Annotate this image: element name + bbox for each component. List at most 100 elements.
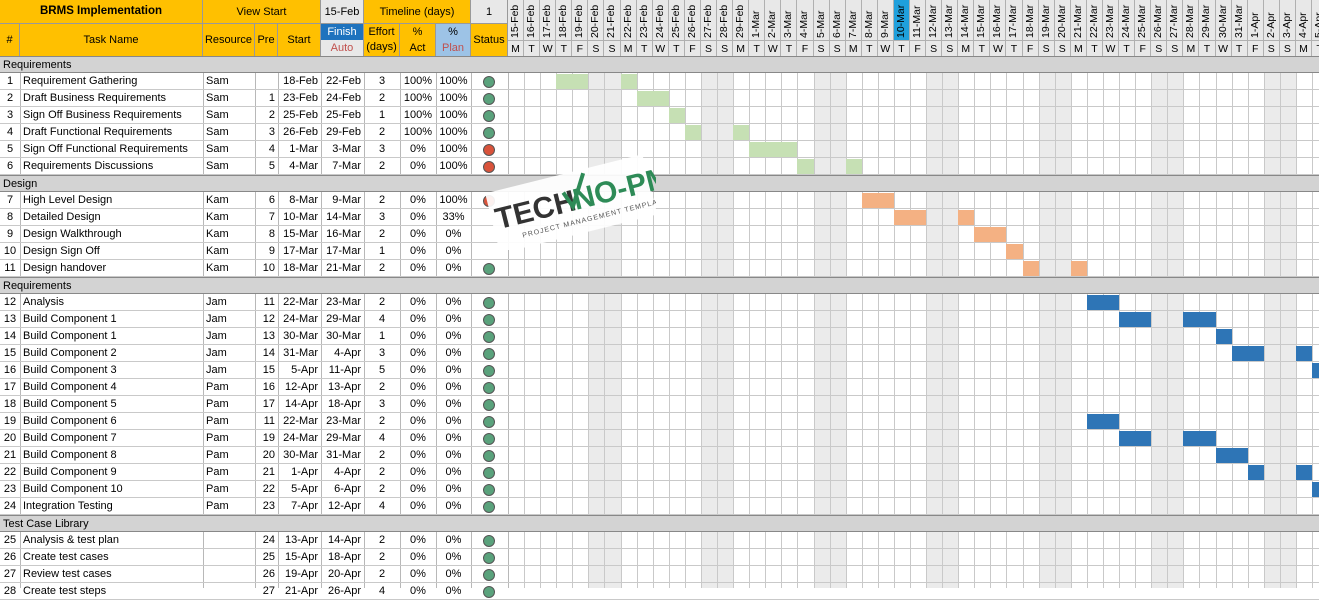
- task-number[interactable]: 11: [0, 260, 20, 277]
- effort[interactable]: 2: [364, 226, 400, 243]
- pct-actual[interactable]: 0%: [400, 311, 436, 328]
- effort[interactable]: 2: [364, 413, 400, 430]
- task-number[interactable]: 9: [0, 226, 20, 243]
- start-date[interactable]: 5-Apr: [278, 362, 321, 379]
- predecessor[interactable]: 7: [255, 209, 278, 226]
- task-name[interactable]: Create test steps: [20, 583, 203, 600]
- task-number[interactable]: 16: [0, 362, 20, 379]
- effort[interactable]: 2: [364, 379, 400, 396]
- resource[interactable]: Pam: [203, 447, 255, 464]
- finish-date[interactable]: 29-Feb: [321, 124, 364, 141]
- section-row[interactable]: Requirements: [0, 277, 1319, 294]
- start-date[interactable]: 7-Apr: [278, 498, 321, 515]
- task-name[interactable]: Create test cases: [20, 549, 203, 566]
- finish-date[interactable]: 26-Apr: [321, 583, 364, 600]
- effort[interactable]: 3: [364, 209, 400, 226]
- title-cell[interactable]: BRMS Implementation: [0, 0, 203, 24]
- task-name[interactable]: Integration Testing: [20, 498, 203, 515]
- finish-date[interactable]: 21-Mar: [321, 260, 364, 277]
- predecessor[interactable]: 5: [255, 158, 278, 175]
- pct-actual[interactable]: 0%: [400, 447, 436, 464]
- pct-actual[interactable]: 100%: [400, 90, 436, 107]
- pct-actual[interactable]: 0%: [400, 532, 436, 549]
- finish-date[interactable]: 3-Mar: [321, 141, 364, 158]
- pct-actual[interactable]: 0%: [400, 481, 436, 498]
- start-date[interactable]: 8-Mar: [278, 192, 321, 209]
- effort[interactable]: 3: [364, 73, 400, 90]
- pct-plan[interactable]: 0%: [436, 481, 471, 498]
- predecessor[interactable]: 13: [255, 328, 278, 345]
- task-name[interactable]: Design handover: [20, 260, 203, 277]
- start-date[interactable]: 22-Mar: [278, 294, 321, 311]
- resource[interactable]: Jam: [203, 345, 255, 362]
- pct-actual[interactable]: 0%: [400, 158, 436, 175]
- effort[interactable]: 1: [364, 107, 400, 124]
- pct-plan[interactable]: 0%: [436, 226, 471, 243]
- start-date[interactable]: 15-Mar: [278, 226, 321, 243]
- resource[interactable]: Kam: [203, 243, 255, 260]
- task-name[interactable]: Build Component 5: [20, 396, 203, 413]
- finish-date[interactable]: 29-Mar: [321, 430, 364, 447]
- pct-plan[interactable]: 0%: [436, 260, 471, 277]
- pct-plan[interactable]: 0%: [436, 498, 471, 515]
- finish-date[interactable]: 6-Apr: [321, 481, 364, 498]
- predecessor[interactable]: 17: [255, 396, 278, 413]
- pct-plan[interactable]: 0%: [436, 311, 471, 328]
- task-number[interactable]: 19: [0, 413, 20, 430]
- resource[interactable]: Kam: [203, 209, 255, 226]
- effort[interactable]: 2: [364, 260, 400, 277]
- finish-date[interactable]: 23-Mar: [321, 294, 364, 311]
- task-number[interactable]: 27: [0, 566, 20, 583]
- task-number[interactable]: 12: [0, 294, 20, 311]
- pct-plan[interactable]: 0%: [436, 243, 471, 260]
- start-date[interactable]: 21-Apr: [278, 583, 321, 600]
- task-number[interactable]: 7: [0, 192, 20, 209]
- start-date[interactable]: 19-Apr: [278, 566, 321, 583]
- finish-date[interactable]: 20-Apr: [321, 566, 364, 583]
- resource[interactable]: Sam: [203, 141, 255, 158]
- resource[interactable]: Pam: [203, 379, 255, 396]
- timeline-input[interactable]: 1: [471, 0, 508, 24]
- task-name[interactable]: Detailed Design: [20, 209, 203, 226]
- finish-date[interactable]: 16-Mar: [321, 226, 364, 243]
- task-name[interactable]: Analysis & test plan: [20, 532, 203, 549]
- task-number[interactable]: 4: [0, 124, 20, 141]
- pct-actual[interactable]: 0%: [400, 345, 436, 362]
- predecessor[interactable]: 3: [255, 124, 278, 141]
- task-name[interactable]: Sign Off Business Requirements: [20, 107, 203, 124]
- effort[interactable]: 3: [364, 141, 400, 158]
- finish-date[interactable]: 23-Mar: [321, 413, 364, 430]
- finish-date[interactable]: 11-Apr: [321, 362, 364, 379]
- task-number[interactable]: 2: [0, 90, 20, 107]
- task-name[interactable]: Build Component 1: [20, 328, 203, 345]
- task-name[interactable]: Requirement Gathering: [20, 73, 203, 90]
- resource[interactable]: Pam: [203, 430, 255, 447]
- resource[interactable]: Pam: [203, 498, 255, 515]
- finish-date[interactable]: 4-Apr: [321, 464, 364, 481]
- predecessor[interactable]: 21: [255, 464, 278, 481]
- finish-date[interactable]: 14-Mar: [321, 209, 364, 226]
- pct-plan[interactable]: 0%: [436, 447, 471, 464]
- finish-date[interactable]: 30-Mar: [321, 328, 364, 345]
- task-number[interactable]: 26: [0, 549, 20, 566]
- effort[interactable]: 2: [364, 566, 400, 583]
- task-name[interactable]: Build Component 6: [20, 413, 203, 430]
- finish-date[interactable]: 29-Mar: [321, 311, 364, 328]
- resource[interactable]: [203, 532, 255, 549]
- predecessor[interactable]: 12: [255, 311, 278, 328]
- task-name[interactable]: Build Component 1: [20, 311, 203, 328]
- predecessor[interactable]: 23: [255, 498, 278, 515]
- pct-plan[interactable]: 0%: [436, 583, 471, 600]
- start-date[interactable]: 26-Feb: [278, 124, 321, 141]
- pct-plan[interactable]: 0%: [436, 294, 471, 311]
- pct-plan[interactable]: 0%: [436, 362, 471, 379]
- pct-actual[interactable]: 100%: [400, 73, 436, 90]
- finish-date[interactable]: 18-Apr: [321, 549, 364, 566]
- finish-date[interactable]: 22-Feb: [321, 73, 364, 90]
- resource[interactable]: Sam: [203, 124, 255, 141]
- task-number[interactable]: 8: [0, 209, 20, 226]
- start-date[interactable]: 10-Mar: [278, 209, 321, 226]
- finish-date[interactable]: 25-Feb: [321, 107, 364, 124]
- pct-plan[interactable]: 0%: [436, 464, 471, 481]
- pct-actual[interactable]: 0%: [400, 583, 436, 600]
